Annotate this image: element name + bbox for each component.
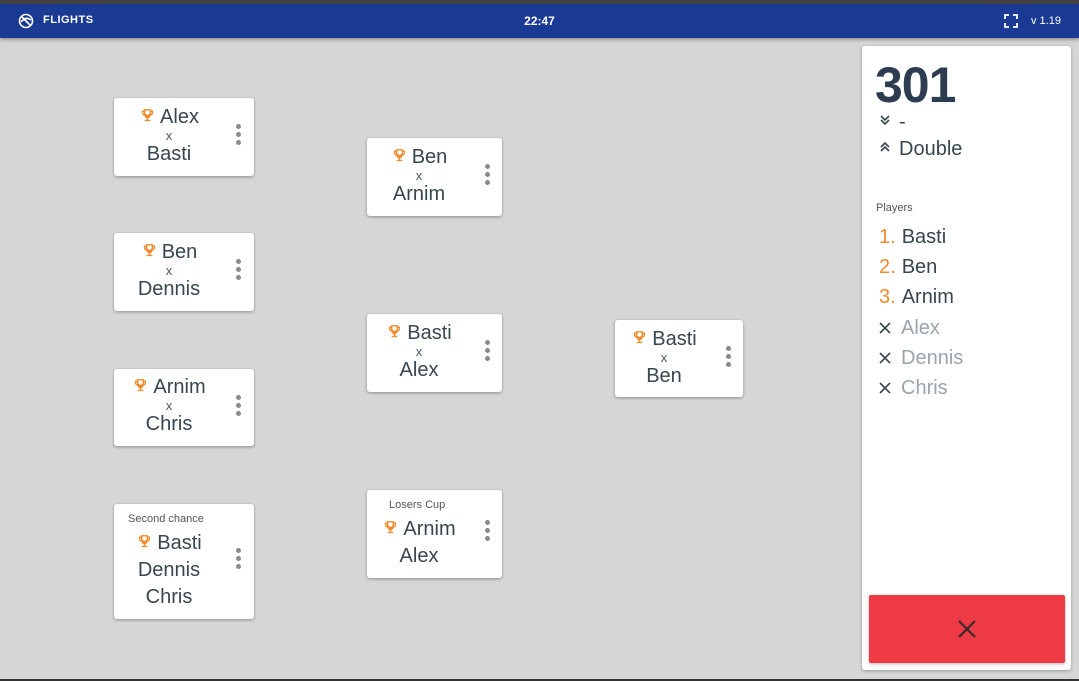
- versus-mark: x: [165, 263, 173, 278]
- out-mode-value: Double: [899, 138, 963, 160]
- player-name: Dennis: [901, 347, 964, 369]
- match-winner: Basti: [114, 530, 224, 557]
- winner-name: Arnim: [403, 518, 456, 540]
- close-icon: [879, 382, 891, 394]
- match-winner: Basti: [615, 326, 713, 353]
- start-score: 301: [875, 57, 956, 113]
- player-rank: 3.: [879, 286, 896, 308]
- match-card[interactable]: Second chance Basti Dennis Chris: [114, 504, 254, 619]
- versus-mark: x: [165, 128, 173, 143]
- trophy-icon: [139, 535, 151, 548]
- app-title: FLIGHTS: [43, 14, 94, 26]
- trophy-icon: [634, 331, 646, 344]
- opponent-name: Basti: [146, 143, 192, 165]
- match-card[interactable]: Arnim x Chris: [114, 369, 254, 446]
- versus-mark: x: [165, 398, 173, 413]
- match-menu-button[interactable]: [482, 520, 492, 546]
- opponent-name: Arnim: [392, 183, 446, 205]
- trophy-icon: [141, 109, 154, 122]
- trophy-icon: [389, 325, 401, 338]
- match-heading: Second chance: [128, 513, 204, 525]
- winner-name: Alex: [160, 106, 199, 128]
- opponent-name: Alex: [399, 545, 439, 567]
- versus-mark: x: [415, 344, 423, 359]
- clock: 22:47: [524, 14, 555, 28]
- double-chevron-up-icon: [880, 141, 890, 152]
- trophy-icon: [135, 379, 147, 392]
- players-heading: Players: [876, 202, 913, 214]
- player-rank: 1.: [879, 226, 896, 248]
- match-heading: Losers Cup: [389, 499, 446, 511]
- close-icon: [879, 322, 891, 334]
- player-name: Ben: [901, 256, 938, 278]
- winner-name: Basti: [157, 532, 202, 554]
- winner-name: Ben: [411, 146, 448, 168]
- match-card[interactable]: Alex x Basti: [114, 98, 254, 176]
- close-icon: [879, 352, 891, 364]
- match-winner: Arnim: [114, 374, 224, 401]
- match-card[interactable]: Ben x Dennis: [114, 233, 254, 311]
- eliminated-player: Dennis: [879, 347, 963, 370]
- winner-name: Basti: [652, 328, 697, 350]
- match-menu-button[interactable]: [233, 548, 243, 574]
- match-card[interactable]: Basti x Alex: [367, 314, 502, 392]
- fullscreen-icon[interactable]: [1003, 13, 1019, 29]
- player-name: Chris: [901, 377, 948, 399]
- out-mode: Double: [879, 138, 962, 161]
- opponent-name: Chris: [145, 586, 193, 608]
- ranked-player: 3. Arnim: [879, 286, 954, 309]
- trophy-icon: [393, 149, 405, 162]
- opponent-name: Dennis: [137, 278, 201, 300]
- match-menu-button[interactable]: [482, 340, 492, 366]
- version-label: v 1.19: [1031, 15, 1061, 27]
- close-game-button[interactable]: [869, 595, 1065, 663]
- match-menu-button[interactable]: [723, 346, 733, 372]
- trophy-icon: [385, 521, 397, 534]
- ranked-player: 1. Basti: [879, 226, 946, 249]
- ranked-player: 2. Ben: [879, 256, 937, 279]
- opponent-name: Chris: [145, 413, 193, 435]
- match-winner: Alex: [114, 104, 224, 131]
- match-winner: Ben: [114, 239, 224, 266]
- winner-name: Arnim: [153, 376, 206, 398]
- eliminated-player: Chris: [879, 377, 948, 400]
- versus-mark: x: [660, 350, 668, 365]
- in-mode: -: [879, 111, 906, 134]
- versus-mark: x: [415, 168, 423, 183]
- double-chevron-down-icon: [880, 115, 890, 126]
- player-name: Basti: [901, 226, 947, 248]
- match-winner: Basti: [367, 320, 471, 347]
- eliminated-player: Alex: [879, 317, 940, 340]
- match-winner: Ben: [367, 144, 471, 171]
- app-bar: FLIGHTS 22:47 v 1.19: [0, 4, 1079, 38]
- match-winner: Arnim: [367, 516, 471, 543]
- winner-name: Basti: [407, 322, 452, 344]
- match-menu-button[interactable]: [233, 259, 243, 285]
- winner-name: Ben: [161, 241, 198, 263]
- trophy-icon: [143, 244, 155, 257]
- opponent-name: Dennis: [137, 559, 201, 581]
- close-icon: [958, 620, 976, 638]
- opponent-name: Ben: [646, 365, 682, 387]
- player-rank: 2.: [879, 256, 896, 278]
- in-mode-value: -: [899, 111, 906, 133]
- match-menu-button[interactable]: [233, 124, 243, 150]
- match-card[interactable]: Losers Cup Arnim Alex: [367, 490, 502, 578]
- darts-logo-icon[interactable]: [18, 13, 34, 29]
- match-card[interactable]: Ben x Arnim: [367, 138, 502, 216]
- player-name: Arnim: [901, 286, 954, 308]
- match-menu-button[interactable]: [233, 395, 243, 421]
- match-menu-button[interactable]: [482, 164, 492, 190]
- match-card-final[interactable]: Basti x Ben: [615, 320, 743, 397]
- player-name: Alex: [901, 317, 940, 339]
- game-info-panel: 301 - Double Players 1. Basti 2. Ben 3. Arn…: [862, 46, 1071, 670]
- opponent-name: Alex: [399, 359, 439, 381]
